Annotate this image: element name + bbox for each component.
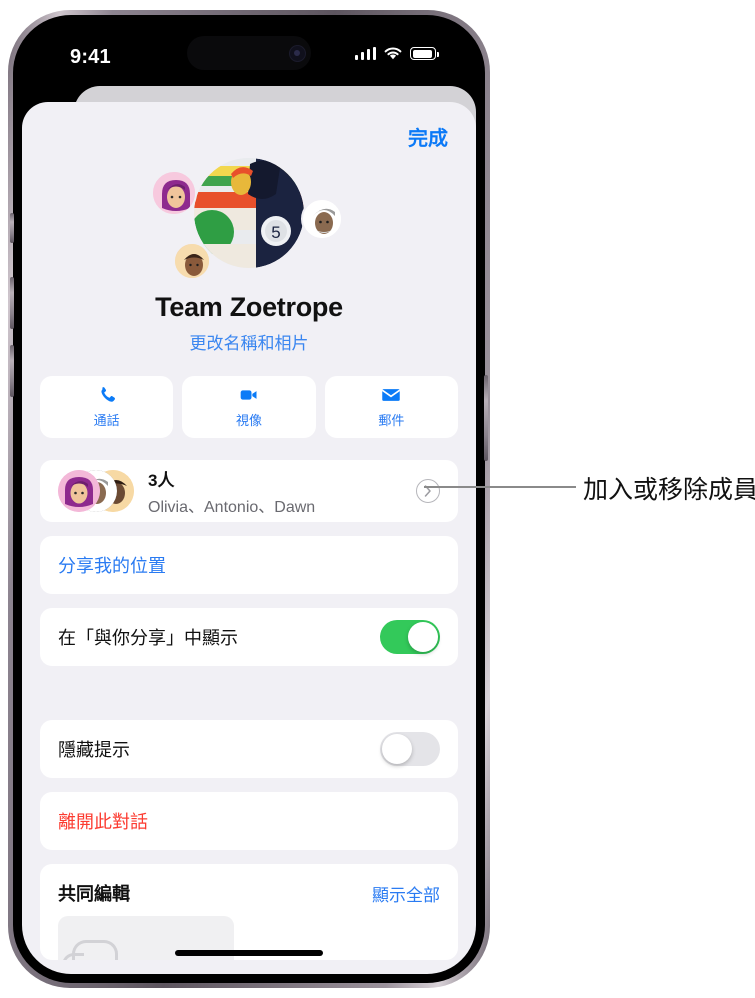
member-avatar-stack: [58, 470, 140, 512]
change-name-photo-link[interactable]: 更改名稱和相片: [22, 329, 476, 354]
status-time: 9:41: [70, 46, 111, 68]
shared-with-you-toggle[interactable]: [380, 620, 440, 654]
home-indicator[interactable]: [175, 950, 323, 956]
leave-conversation-label: 離開此對話: [58, 812, 148, 832]
stack-avatar-1: [58, 470, 100, 512]
status-bar: 9:41: [22, 24, 476, 78]
shared-with-you-row[interactable]: 在「與你分享」中顯示: [40, 608, 458, 666]
mail-envelope-icon: [382, 389, 401, 401]
sheet-nav-bar: 完成: [22, 102, 476, 158]
hide-alerts-label: 隱藏提示: [58, 740, 130, 760]
done-button[interactable]: 完成: [408, 122, 448, 151]
mute-switch[interactable]: [10, 213, 14, 243]
cloud-icon: [62, 940, 118, 960]
phone-frame: 9:41 完成 5 Team Zoetrope 更改名稱和相片 通話 視像 郵件…: [8, 10, 490, 988]
svg-text:5: 5: [271, 223, 280, 242]
group-details-sheet: 完成 5 Team Zoetrope 更改名稱和相片 通話 視像 郵件 3人 O…: [22, 102, 476, 974]
callout-leader-line: [424, 486, 576, 488]
hide-alerts-card: 隱藏提示: [40, 720, 458, 778]
share-location-row[interactable]: 分享我的位置: [40, 536, 458, 594]
video-button[interactable]: 視像: [182, 376, 316, 438]
share-location-card: 分享我的位置: [40, 536, 458, 594]
mail-button-label: 郵件: [378, 413, 405, 428]
members-row[interactable]: 3人 Olivia、Antonio、Dawn: [40, 460, 458, 522]
phone-screen: 9:41 完成 5 Team Zoetrope 更改名稱和相片 通話 視像 郵件…: [22, 24, 476, 974]
shared-with-you-card: 在「與你分享」中顯示: [40, 608, 458, 666]
power-button[interactable]: [484, 375, 488, 461]
quick-actions-row: 通話 視像 郵件: [40, 376, 458, 438]
group-photo-avatar[interactable]: 5: [194, 158, 304, 268]
leave-conversation-row[interactable]: 離開此對話: [40, 792, 458, 850]
status-indicators: [354, 46, 439, 61]
callout-label: 加入或移除成員。: [583, 468, 755, 508]
mail-button[interactable]: 郵件: [324, 376, 458, 438]
collaboration-card: 共同編輯 顯示全部: [40, 864, 458, 960]
phone-icon: [101, 387, 115, 402]
video-button-label: 視像: [235, 413, 262, 428]
video-camera-icon: [240, 390, 257, 400]
phone-bezel: 9:41 完成 5 Team Zoetrope 更改名稱和相片 通話 視像 郵件…: [10, 15, 488, 983]
volume-down-button[interactable]: [10, 345, 14, 397]
collaboration-show-all-link[interactable]: 顯示全部: [372, 881, 440, 906]
shared-with-you-label: 在「與你分享」中顯示: [58, 628, 238, 648]
member-avatar-2: [173, 242, 211, 280]
chevron-right-circle-icon[interactable]: [416, 479, 440, 503]
front-camera-icon: [289, 45, 306, 62]
signal-bars-icon: [354, 47, 376, 60]
members-names: Olivia、Antonio、Dawn: [148, 498, 316, 516]
battery-icon: [410, 47, 439, 60]
share-location-label: 分享我的位置: [58, 556, 166, 576]
call-button-label: 通話: [93, 413, 120, 428]
leave-conversation-card: 離開此對話: [40, 792, 458, 850]
collaboration-header: 共同編輯 顯示全部: [40, 864, 458, 912]
wifi-icon: [384, 47, 402, 60]
members-count: 3人: [148, 470, 175, 490]
members-card: 3人 Olivia、Antonio、Dawn: [40, 460, 458, 522]
members-text: 3人 Olivia、Antonio、Dawn: [148, 466, 315, 517]
collaboration-title: 共同編輯: [58, 884, 130, 904]
member-avatar-1: [151, 170, 197, 216]
group-avatar-cluster[interactable]: 5: [22, 158, 476, 288]
member-avatar-3: [301, 198, 343, 240]
hide-alerts-row[interactable]: 隱藏提示: [40, 720, 458, 778]
hide-alerts-toggle[interactable]: [380, 732, 440, 766]
group-name: Team Zoetrope: [155, 292, 343, 322]
call-button[interactable]: 通話: [40, 376, 174, 438]
volume-up-button[interactable]: [10, 277, 14, 329]
